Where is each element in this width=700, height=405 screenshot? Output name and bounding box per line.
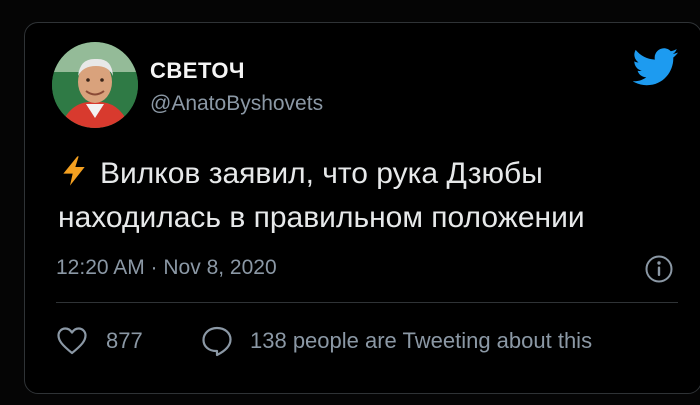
author-handle[interactable]: @AnatoByshovets: [150, 92, 323, 116]
tweet-body: Вилков заявил, что рука Дзюбы находилась…: [58, 157, 585, 234]
heart-icon[interactable]: [56, 326, 88, 356]
avatar[interactable]: [52, 42, 138, 128]
tweeting-about-link[interactable]: 138 people are Tweeting about this: [250, 328, 592, 354]
tweet-timestamp[interactable]: 12:20 AM · Nov 8, 2020: [56, 256, 277, 280]
author-name[interactable]: СВЕТОЧ: [150, 58, 245, 84]
lightning-bolt-icon: [63, 156, 85, 186]
tweet-text: Вилков заявил, что рука Дзюбы находилась…: [58, 152, 678, 240]
info-icon[interactable]: [644, 254, 674, 284]
twitter-bird-icon[interactable]: [633, 48, 679, 86]
speech-bubble-icon[interactable]: [200, 325, 234, 357]
divider: [56, 302, 678, 303]
like-count[interactable]: 877: [106, 328, 143, 354]
